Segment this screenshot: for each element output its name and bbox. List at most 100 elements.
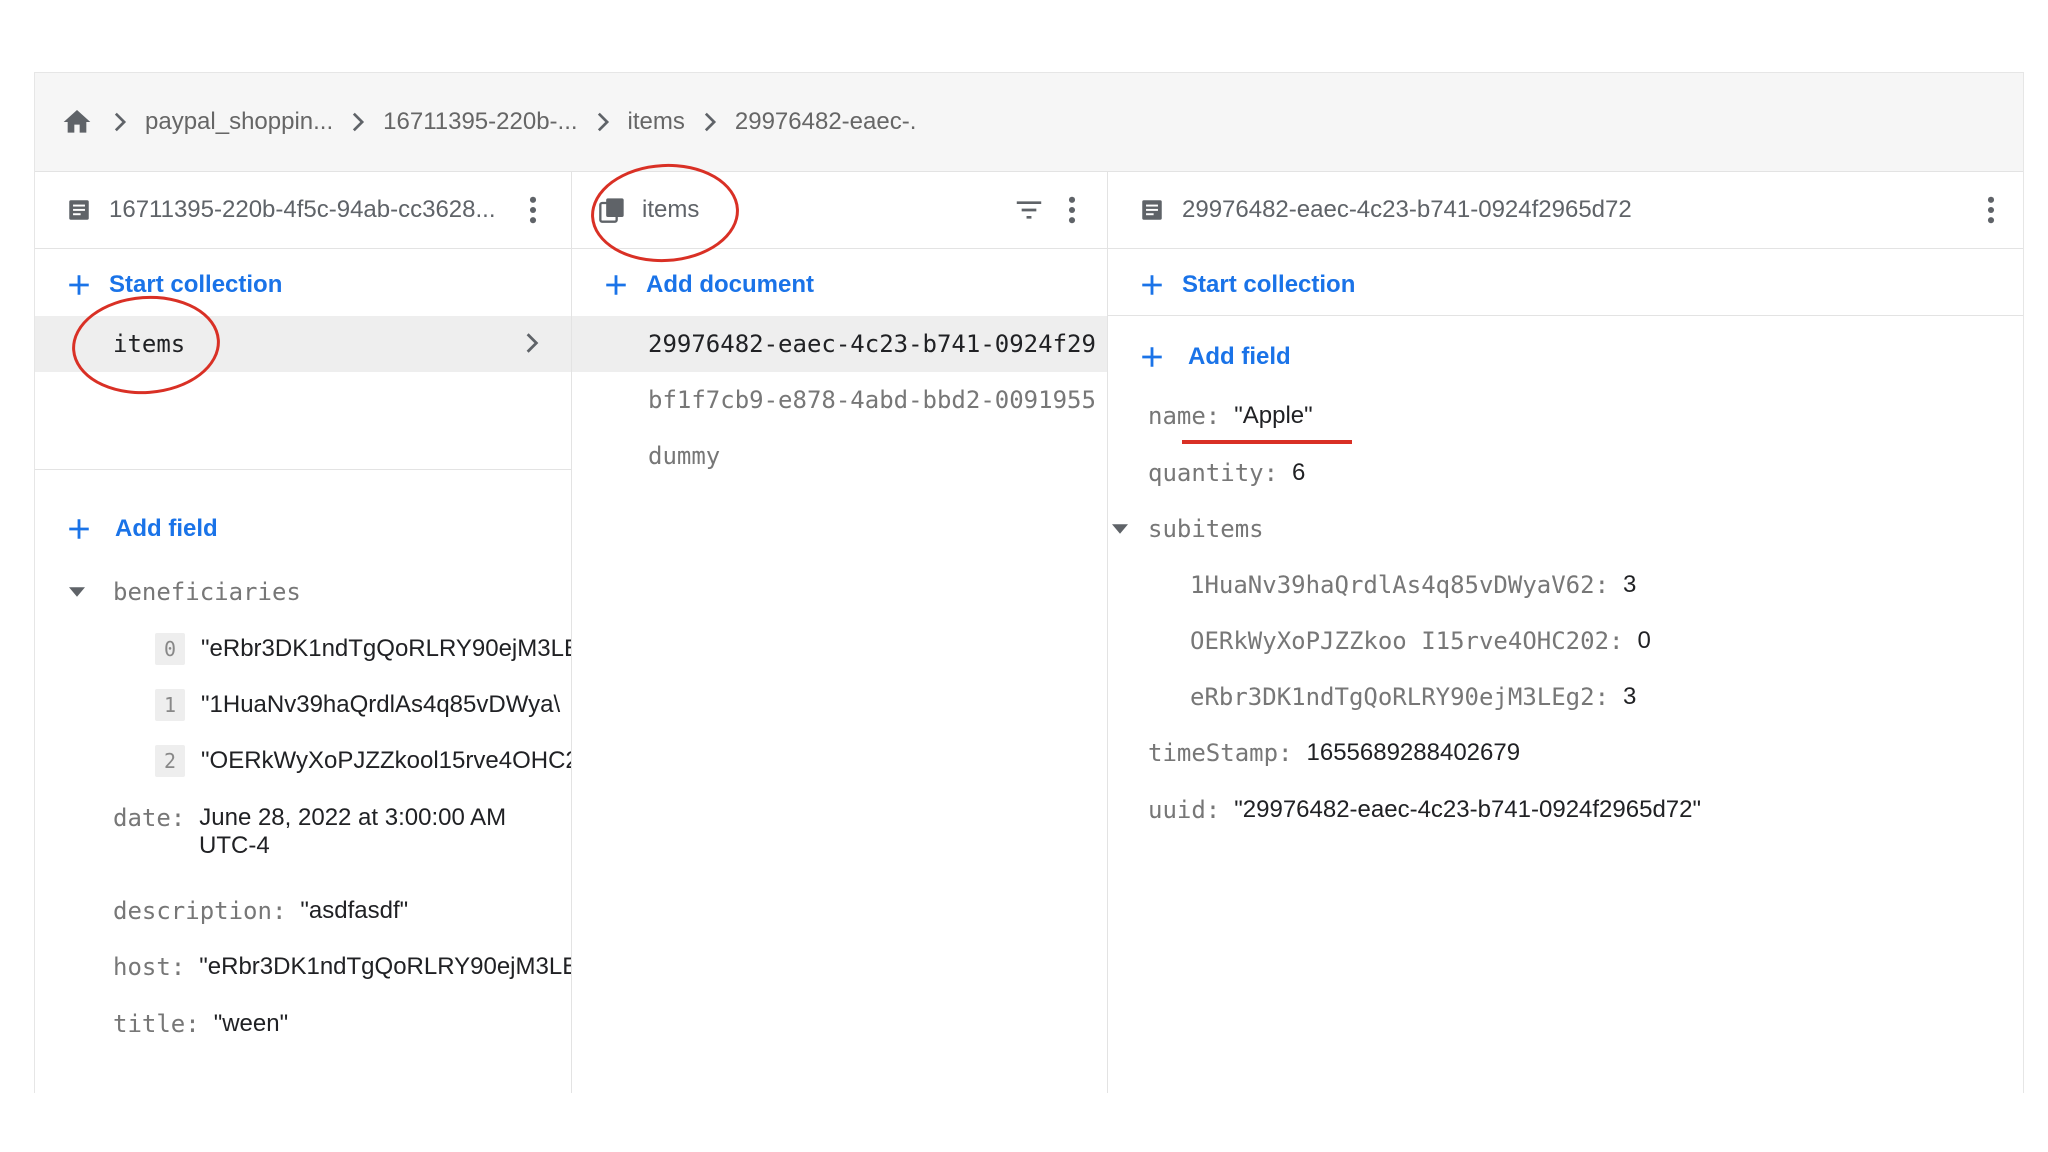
plus-icon: [1138, 271, 1166, 299]
parent-document-column: 16711395-220b-4f5c-94ab-cc3628... Start …: [35, 172, 572, 1093]
breadcrumb: paypal_shoppin... 16711395-220b-... item…: [35, 73, 2023, 172]
divider: [1108, 315, 2023, 316]
divider: [35, 469, 571, 470]
chevron-right-icon: [113, 112, 127, 132]
map-value: 3: [1623, 571, 1637, 598]
document-item[interactable]: dummy: [572, 428, 1107, 484]
breadcrumb-item-collection[interactable]: items: [628, 108, 685, 136]
array-value: "OERkWyXoPJZZkool15rve4OHC2: [201, 747, 571, 774]
map-value: 0: [1637, 627, 1651, 654]
field-host[interactable]: host: "eRbr3DK1ndTgQoRLRY90ejM3LE: [35, 939, 571, 995]
field-key: beneficiaries: [113, 578, 301, 606]
more-vert-icon[interactable]: [1979, 194, 2003, 226]
filter-icon[interactable]: [1012, 194, 1046, 226]
breadcrumb-item-project[interactable]: paypal_shoppin...: [145, 108, 333, 136]
add-field-button[interactable]: Add field: [1108, 332, 2023, 382]
field-value: "ween": [213, 1010, 289, 1037]
add-field-button[interactable]: Add field: [35, 504, 571, 554]
start-collection-button[interactable]: Start collection: [1108, 260, 2023, 310]
array-index: 1: [155, 689, 185, 721]
field-name[interactable]: name: "Apple": [1108, 388, 2023, 444]
add-field-label: Add field: [1188, 343, 1291, 370]
map-key: 1HuaNv39haQrdlAs4q85vDWyaV62:: [1190, 571, 1610, 599]
field-value: UTC-4: [199, 832, 270, 859]
document-header: 29976482-eaec-4c23-b741-0924f2965d72: [1108, 172, 2023, 249]
firestore-data-panel: paypal_shoppin... 16711395-220b-... item…: [34, 72, 2024, 1093]
map-entry[interactable]: eRbr3DK1ndTgQoRLRY90ejM3LEg2: 3: [1108, 669, 2023, 725]
field-key: uuid:: [1148, 796, 1221, 824]
document-id: dummy: [648, 442, 721, 470]
array-index: 2: [155, 745, 185, 777]
chevron-right-icon: [596, 112, 610, 132]
document-icon: [1138, 196, 1166, 224]
breadcrumb-item-subdocument[interactable]: 29976482-eaec-.: [735, 108, 916, 136]
field-description[interactable]: description: "asdfasdf": [35, 883, 571, 939]
document-id: bf1f7cb9-e878-4abd-bbd2-0091955: [648, 386, 1096, 414]
field-key: timeStamp:: [1148, 739, 1293, 767]
collection-title: items: [642, 196, 700, 223]
caret-down-icon[interactable]: [69, 587, 85, 597]
field-beneficiaries[interactable]: beneficiaries: [35, 564, 571, 620]
document-icon: [65, 196, 93, 224]
start-collection-label: Start collection: [109, 271, 283, 298]
map-entry[interactable]: 1HuaNv39haQrdlAs4q85vDWyaV62: 3: [1108, 557, 2023, 613]
array-index: 0: [155, 633, 185, 665]
map-entry[interactable]: OERkWyXoPJZZkoo I15rve4OHC202: 0: [1108, 613, 2023, 669]
caret-down-icon[interactable]: [1112, 524, 1128, 534]
home-icon[interactable]: [59, 104, 95, 140]
field-key: title:: [113, 1010, 200, 1038]
start-collection-label: Start collection: [1182, 271, 1356, 298]
add-field-label: Add field: [115, 515, 218, 542]
field-value: 6: [1292, 459, 1306, 486]
chevron-right-icon: [351, 112, 365, 132]
field-date-continued: UTC-4: [35, 824, 571, 868]
add-document-label: Add document: [646, 271, 814, 298]
collection-item-items[interactable]: items: [35, 316, 571, 372]
chevron-right-icon: [525, 332, 539, 361]
document-column: 29976482-eaec-4c23-b741-0924f2965d72 Sta…: [1108, 172, 2023, 1093]
array-item[interactable]: 2 "OERkWyXoPJZZkool15rve4OHC2: [35, 733, 571, 789]
array-value: "eRbr3DK1ndTgQoRLRY90ejM3LE: [201, 635, 571, 662]
add-document-button[interactable]: Add document: [572, 260, 1107, 310]
parent-document-title: 16711395-220b-4f5c-94ab-cc3628...: [109, 196, 496, 223]
plus-icon: [65, 271, 93, 299]
field-quantity[interactable]: quantity: 6: [1108, 445, 2023, 501]
field-key: host:: [113, 953, 186, 981]
document-title: 29976482-eaec-4c23-b741-0924f2965d72: [1182, 196, 1632, 223]
plus-icon: [602, 271, 630, 299]
field-value: "eRbr3DK1ndTgQoRLRY90ejM3LE: [199, 953, 571, 980]
field-key: description:: [113, 897, 287, 925]
field-title[interactable]: title: "ween": [35, 996, 571, 1052]
array-item[interactable]: 1 "1HuaNv39haQrdlAs4q85vDWya\: [35, 677, 571, 733]
field-subitems[interactable]: subitems: [1108, 501, 2023, 557]
map-value: 3: [1623, 683, 1637, 710]
map-key: eRbr3DK1ndTgQoRLRY90ejM3LEg2:: [1190, 683, 1610, 711]
annotation-underline-name-field: [1182, 440, 1352, 444]
field-key: name:: [1148, 402, 1221, 430]
field-value: "29976482-eaec-4c23-b741-0924f2965d72": [1234, 796, 1702, 823]
document-item[interactable]: bf1f7cb9-e878-4abd-bbd2-0091955: [572, 372, 1107, 428]
start-collection-button[interactable]: Start collection: [35, 260, 571, 310]
field-key: quantity:: [1148, 459, 1279, 487]
parent-document-header: 16711395-220b-4f5c-94ab-cc3628...: [35, 172, 571, 249]
more-vert-icon[interactable]: [521, 194, 545, 226]
array-item[interactable]: 0 "eRbr3DK1ndTgQoRLRY90ejM3LE: [35, 621, 571, 677]
collection-icon: [598, 196, 626, 224]
map-key: OERkWyXoPJZZkoo I15rve4OHC202:: [1190, 627, 1624, 655]
document-id: 29976482-eaec-4c23-b741-0924f29: [648, 330, 1096, 358]
collection-column: items Add document 29976482-eaec-4c23-b7…: [572, 172, 1108, 1093]
field-value: "asdfasdf": [300, 897, 409, 924]
plus-icon: [1138, 343, 1166, 371]
array-value: "1HuaNv39haQrdlAs4q85vDWya\: [201, 691, 561, 718]
more-vert-icon[interactable]: [1060, 194, 1084, 226]
field-key: subitems: [1148, 515, 1264, 543]
field-timestamp[interactable]: timeStamp: 1655689288402679: [1108, 725, 2023, 781]
chevron-right-icon: [703, 112, 717, 132]
breadcrumb-item-document[interactable]: 16711395-220b-...: [383, 108, 577, 136]
document-item-selected[interactable]: 29976482-eaec-4c23-b741-0924f29: [572, 316, 1107, 372]
field-uuid[interactable]: uuid: "29976482-eaec-4c23-b741-0924f2965…: [1108, 782, 2023, 838]
field-value: "Apple": [1234, 402, 1313, 429]
field-value: 1655689288402679: [1306, 739, 1521, 766]
plus-icon: [65, 515, 93, 543]
collection-item-label: items: [113, 330, 186, 358]
